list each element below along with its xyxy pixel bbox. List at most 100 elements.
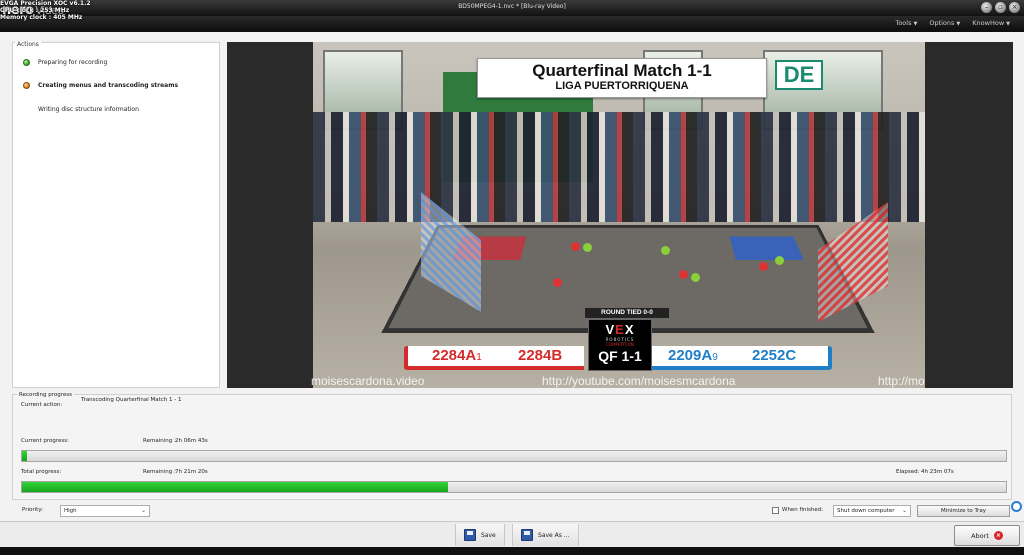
completed-icon — [23, 59, 30, 66]
total-remaining-label: Remaining : — [143, 469, 176, 475]
in-progress-icon — [23, 82, 30, 89]
window-controls: – ▫ × — [981, 2, 1020, 13]
menu-tools-label: Tools — [895, 19, 912, 27]
pending-icon — [23, 106, 30, 113]
blue-team-1-number: 2209A — [668, 347, 713, 364]
red-alliance: 2284A1 2284B — [404, 346, 584, 370]
current-progress-bar — [21, 450, 1007, 462]
chevron-down-icon: ▼ — [1006, 21, 1010, 27]
de-logo: DE — [775, 60, 823, 90]
window-title: BD50MPEG4-1.nvc * [Blu-ray Video] — [458, 3, 566, 10]
league-name: LIGA PUERTORRIQUENA — [555, 80, 689, 92]
when-finished-checkbox[interactable] — [772, 507, 779, 514]
floppy-disk-icon — [464, 529, 476, 541]
vex-qf-badge: VEX ROBOTICS COMPETITION QF 1-1 — [588, 319, 652, 371]
menu-options-label: Options — [929, 19, 955, 27]
video-preview: Quarterfinal Match 1-1 LIGA PUERTORRIQUE… — [227, 42, 1013, 388]
watermark-right: http://mo — [878, 374, 925, 388]
when-finished-label: When finished: — [782, 507, 824, 513]
menu-tools[interactable]: Tools ▼ — [895, 19, 917, 27]
ball — [759, 262, 768, 271]
taskbar-strip — [0, 547, 1024, 555]
current-remaining-label: Remaining : — [143, 438, 176, 444]
floppy-disk-edit-icon — [521, 529, 533, 541]
ball — [553, 278, 562, 287]
ball — [583, 243, 592, 252]
chevron-down-icon: ▼ — [956, 21, 961, 27]
refresh-icon[interactable] — [1011, 501, 1022, 512]
match-title: Quarterfinal Match 1-1 — [532, 61, 712, 80]
blue-alliance: 2209A9 2252C — [652, 346, 832, 370]
total-progress-fill — [22, 482, 449, 492]
save-as-button-label: Save As ... — [538, 531, 570, 539]
menu-options[interactable]: Options ▼ — [929, 19, 960, 27]
overlay-gpu-clock: GPU clock : 253 MHz — [0, 7, 70, 14]
match-title-box: Quarterfinal Match 1-1 LIGA PUERTORRIQUE… — [477, 58, 767, 98]
menu-knowhow-label: KnowHow — [972, 19, 1005, 27]
chevron-down-icon: ▼ — [913, 21, 918, 27]
progress-legend: Recording progress — [17, 392, 74, 398]
action-item: Writing disc structure information — [23, 106, 139, 113]
elapsed-value: 4h 23m 07s — [921, 469, 954, 475]
minimize-to-tray-button[interactable]: Minimize to Tray — [917, 505, 1010, 517]
current-progress-label: Current progress: — [21, 438, 70, 444]
watermark-center: http://youtube.com/moisesmcardona — [542, 374, 736, 388]
current-action-label: Current action: — [21, 402, 63, 408]
watermark-left: moisescardona.video — [311, 374, 425, 388]
ball — [679, 270, 688, 279]
menu-knowhow[interactable]: KnowHow ▼ — [972, 19, 1010, 27]
total-progress-bar — [21, 481, 1007, 493]
bottom-toolbar: Save Save As ... Abort × — [0, 521, 1024, 547]
action-item: Preparing for recording — [23, 59, 107, 66]
current-action-value: Transcoding Quarterfinal Match 1 - 1 — [81, 397, 182, 403]
red-team-1-rank: 1 — [476, 352, 482, 363]
priority-select-value: High — [64, 508, 77, 514]
overlay-app-name: EVGA Precision XOC v6.1.2 — [0, 0, 91, 7]
ball — [571, 242, 580, 251]
overlay-memory-clock: Memory clock : 405 MHz — [0, 14, 83, 21]
blue-team-2: 2252C — [752, 347, 797, 364]
vex-competition-text: COMPETITION — [606, 342, 634, 347]
actions-panel: Actions Preparing for recording Creating… — [12, 41, 220, 388]
elapsed-label: Elapsed: — [896, 469, 920, 475]
actions-legend: Actions — [15, 41, 41, 48]
current-remaining-value: 2h 06m 43s — [175, 438, 208, 444]
blue-team-1: 2209A9 — [668, 347, 718, 364]
gpu-monitor-overlay: EVGA Precision XOC v6.1.2 GPU clock : 25… — [0, 0, 91, 21]
priority-select[interactable]: High ⌄ — [60, 505, 150, 517]
blue-team-1-rank: 9 — [712, 352, 718, 363]
vex-logo: VEX — [605, 322, 635, 337]
abort-x-icon: × — [993, 531, 1003, 540]
when-finished-select-value: Shut down computer — [837, 508, 895, 514]
abort-button[interactable]: Abort × — [954, 525, 1020, 546]
chevron-down-icon: ⌄ — [140, 507, 146, 514]
current-progress-fill — [22, 451, 27, 461]
action-item: Creating menus and transcoding streams — [23, 82, 178, 89]
save-as-button[interactable]: Save As ... — [512, 524, 579, 546]
priority-label: Priority: — [22, 507, 44, 513]
recording-progress-panel: Recording progress Current action: Trans… — [12, 392, 1012, 500]
crowd — [313, 112, 925, 222]
total-progress-label: Total progress: — [21, 469, 62, 475]
save-button-label: Save — [481, 531, 496, 539]
minimize-icon[interactable]: – — [981, 2, 992, 13]
red-team-2: 2284B — [518, 347, 563, 364]
action-label: Preparing for recording — [38, 59, 108, 66]
field-blue-zone — [729, 236, 804, 260]
red-team-1: 2284A1 — [432, 347, 482, 364]
round-status: ROUND TIED 0-0 — [585, 308, 669, 318]
abort-button-label: Abort — [971, 531, 989, 540]
close-icon[interactable]: × — [1009, 2, 1020, 13]
menu-bar: Tools ▼ Options ▼ KnowHow ▼ — [0, 16, 1024, 32]
save-button[interactable]: Save — [455, 524, 505, 546]
ball — [691, 273, 700, 282]
red-team-1-number: 2284A — [432, 347, 477, 364]
chevron-down-icon: ⌄ — [901, 507, 907, 514]
action-label: Writing disc structure information — [38, 106, 139, 113]
ball — [775, 256, 784, 265]
restore-icon[interactable]: ▫ — [995, 2, 1006, 13]
title-bar: BD50MPEG4-1.nvc * [Blu-ray Video] – ▫ × — [0, 0, 1024, 16]
when-finished-select[interactable]: Shut down computer ⌄ — [833, 505, 911, 517]
total-remaining-value: 7h 21m 20s — [175, 469, 208, 475]
qf-label: QF 1-1 — [598, 348, 642, 364]
